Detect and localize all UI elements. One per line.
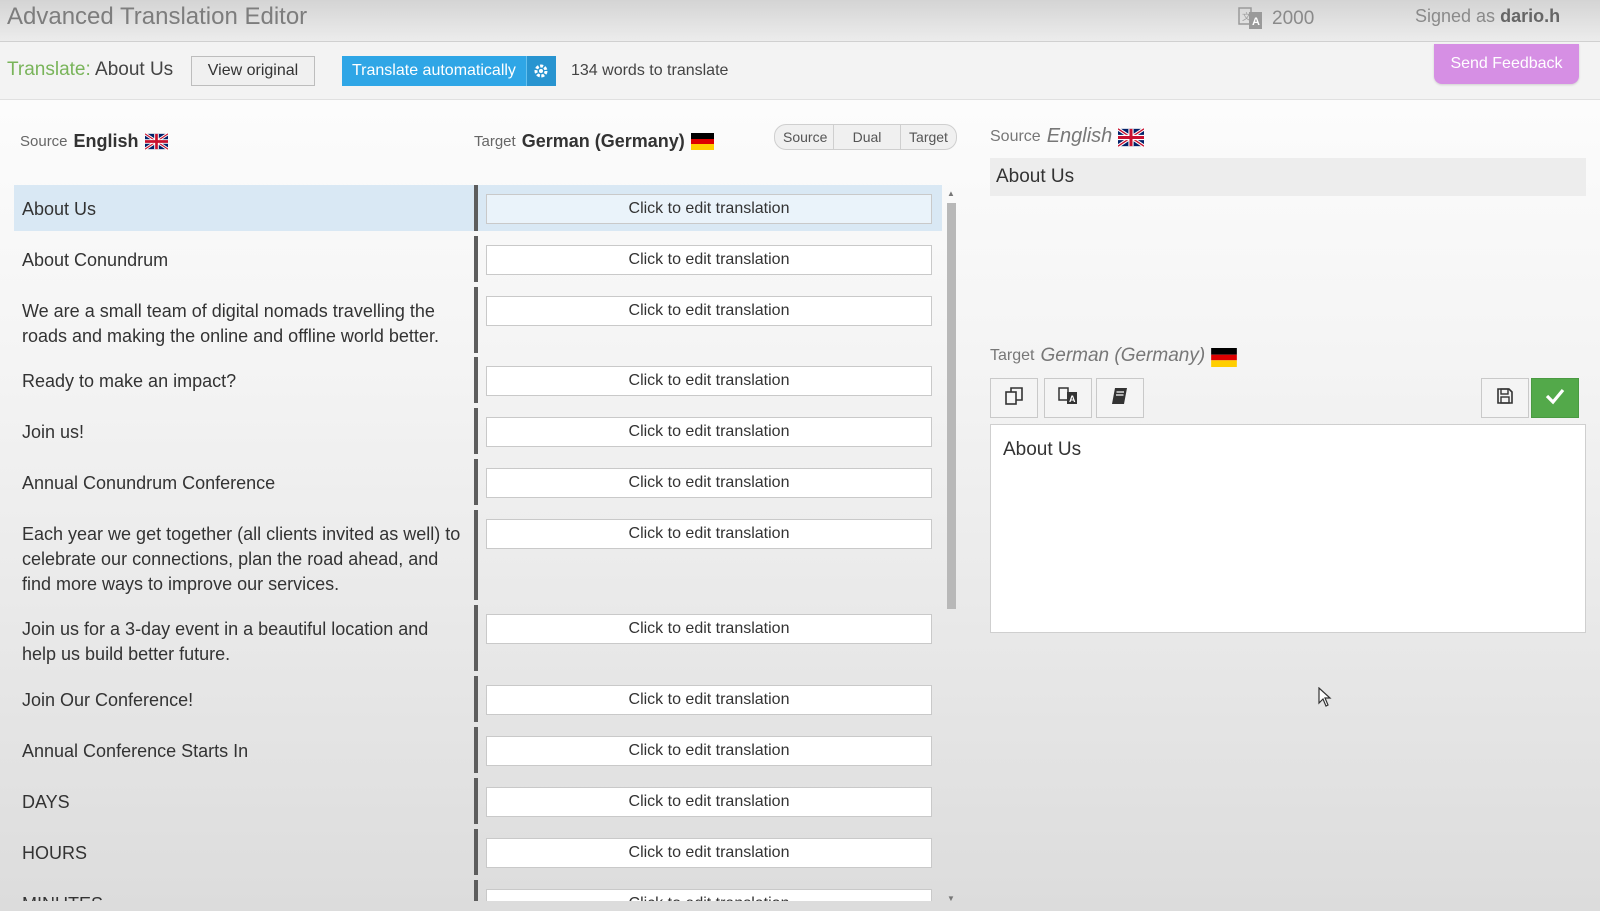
- german-flag-icon: [1211, 347, 1238, 367]
- source-text: About Us: [14, 185, 474, 231]
- view-mode-dual[interactable]: Dual: [834, 124, 901, 150]
- source-text: About Conundrum: [22, 250, 169, 270]
- editor-target-label: Target: [990, 347, 1035, 364]
- target-translation-editor[interactable]: About Us: [990, 424, 1586, 633]
- source-text: Join us for a 3-day event in a beautiful…: [22, 619, 429, 664]
- source-text: Join Our Conference!: [22, 690, 194, 710]
- table-row[interactable]: Join us! Click to edit translation: [14, 408, 942, 454]
- translate-icon: A: [1058, 386, 1078, 411]
- scroll-up-arrow-icon[interactable]: ▲: [947, 189, 955, 198]
- edit-translation-field[interactable]: Click to edit translation: [486, 245, 932, 275]
- edit-translation-field[interactable]: Click to edit translation: [486, 417, 932, 447]
- send-feedback-button[interactable]: Send Feedback: [1434, 44, 1579, 84]
- edit-translation-field[interactable]: Click to edit translation: [486, 889, 932, 901]
- edit-translation-field[interactable]: Click to edit translation: [486, 614, 932, 644]
- source-preview: About Us: [990, 158, 1586, 196]
- table-row[interactable]: Join Our Conference! Click to edit trans…: [14, 676, 942, 722]
- top-bar: Advanced Translation Editor 文 A 2000 Sig…: [0, 0, 1600, 42]
- source-text: We are a small team of digital nomads tr…: [22, 301, 439, 346]
- table-row[interactable]: About Us Click to edit translation: [14, 185, 942, 231]
- table-row[interactable]: Each year we get together (all clients i…: [14, 510, 942, 600]
- editor-source-label: Source: [990, 127, 1041, 145]
- source-language-header: Source English: [20, 131, 169, 152]
- translate-keyword: Translate:: [7, 59, 91, 80]
- editor-target-header: Target German (Germany): [990, 345, 1238, 367]
- svg-text:文: 文: [1242, 11, 1251, 22]
- table-row[interactable]: Join us for a 3-day event in a beautiful…: [14, 605, 942, 671]
- machine-translate-button[interactable]: A: [1044, 378, 1092, 418]
- svg-text:A: A: [1252, 16, 1260, 28]
- source-text: Annual Conundrum Conference: [22, 473, 276, 493]
- translate-automatically-group: Translate automatically: [342, 56, 556, 86]
- translate-title: Translate: About Us: [7, 59, 173, 81]
- edit-translation-field[interactable]: Click to edit translation: [486, 366, 932, 396]
- credits-indicator: 文 A 2000: [1238, 5, 1314, 33]
- editor-target-language: German (Germany): [1040, 345, 1206, 366]
- scroll-down-arrow-icon[interactable]: ▼: [947, 894, 955, 903]
- table-row[interactable]: Annual Conference Starts In Click to edi…: [14, 727, 942, 773]
- source-label: Source: [20, 133, 68, 150]
- view-mode-toggle: Source Dual Target: [774, 124, 957, 150]
- words-to-translate: 134 words to translate: [571, 62, 729, 79]
- edit-translation-field[interactable]: Click to edit translation: [486, 838, 932, 868]
- source-text: HOURS: [22, 843, 88, 863]
- translation-rows: About Us Click to edit translation About…: [14, 185, 942, 901]
- save-button[interactable]: [1481, 378, 1529, 418]
- edit-translation-field[interactable]: Click to edit translation: [486, 468, 932, 498]
- credits-count: 2000: [1272, 8, 1315, 29]
- table-row[interactable]: About Conundrum Click to edit translatio…: [14, 236, 942, 282]
- signed-in-user: Signed as dario.h: [1415, 6, 1560, 27]
- table-row[interactable]: MINUTES Click to edit translation: [14, 880, 942, 901]
- svg-text:A: A: [1069, 394, 1076, 404]
- copy-source-button[interactable]: [990, 378, 1038, 418]
- glossary-button[interactable]: [1096, 378, 1144, 418]
- app-title: Advanced Translation Editor: [7, 3, 308, 30]
- german-flag-icon: [690, 133, 714, 150]
- table-row[interactable]: We are a small team of digital nomads tr…: [14, 287, 942, 353]
- checkmark-icon: [1545, 387, 1565, 410]
- view-original-button[interactable]: View original: [191, 56, 315, 86]
- source-language-name: English: [73, 131, 139, 151]
- gear-icon[interactable]: [525, 56, 556, 86]
- source-text: Each year we get together (all clients i…: [22, 524, 461, 594]
- signed-prefix: Signed as: [1415, 6, 1496, 26]
- view-mode-target[interactable]: Target: [901, 124, 957, 150]
- edit-translation-field[interactable]: Click to edit translation: [486, 736, 932, 766]
- copy-icon: [1004, 386, 1024, 411]
- editor-source-header: Source English: [990, 125, 1146, 148]
- table-row[interactable]: Ready to make an impact? Click to edit t…: [14, 357, 942, 403]
- translate-toolbar: Translate: About Us View original Transl…: [0, 42, 1600, 100]
- editor-source-language: English: [1046, 125, 1113, 147]
- source-text: DAYS: [22, 792, 70, 812]
- source-text: Ready to make an impact?: [22, 371, 237, 391]
- source-text: MINUTES: [14, 880, 474, 901]
- source-text: Join us!: [22, 422, 85, 442]
- rows-scrollbar[interactable]: ▲ ▼: [944, 189, 956, 903]
- page-name: About Us: [95, 59, 174, 80]
- confirm-translation-button[interactable]: [1531, 378, 1579, 418]
- scrollbar-thumb[interactable]: [947, 203, 956, 609]
- edit-translation-field[interactable]: Click to edit translation: [486, 685, 932, 715]
- mouse-pointer-icon: [1318, 686, 1332, 712]
- uk-flag-icon: [143, 132, 169, 151]
- translate-credits-icon: 文 A: [1238, 5, 1264, 33]
- book-icon: [1110, 386, 1130, 411]
- table-row[interactable]: HOURS Click to edit translation: [14, 829, 942, 875]
- edit-translation-field[interactable]: Click to edit translation: [486, 519, 932, 549]
- view-mode-source[interactable]: Source: [774, 124, 834, 150]
- edit-translation-field[interactable]: Click to edit translation: [486, 194, 932, 224]
- translate-automatically-button[interactable]: Translate automatically: [342, 56, 526, 86]
- table-row[interactable]: DAYS Click to edit translation: [14, 778, 942, 824]
- edit-translation-field[interactable]: Click to edit translation: [486, 296, 932, 326]
- target-label: Target: [474, 133, 516, 150]
- table-row[interactable]: Annual Conundrum Conference Click to edi…: [14, 459, 942, 505]
- target-language-name: German (Germany): [521, 131, 685, 151]
- save-icon: [1496, 387, 1514, 410]
- username[interactable]: dario.h: [1500, 6, 1560, 26]
- source-text: Annual Conference Starts In: [22, 741, 249, 761]
- target-language-header: Target German (Germany): [474, 131, 714, 152]
- uk-flag-icon: [1117, 127, 1146, 148]
- edit-translation-field[interactable]: Click to edit translation: [486, 787, 932, 817]
